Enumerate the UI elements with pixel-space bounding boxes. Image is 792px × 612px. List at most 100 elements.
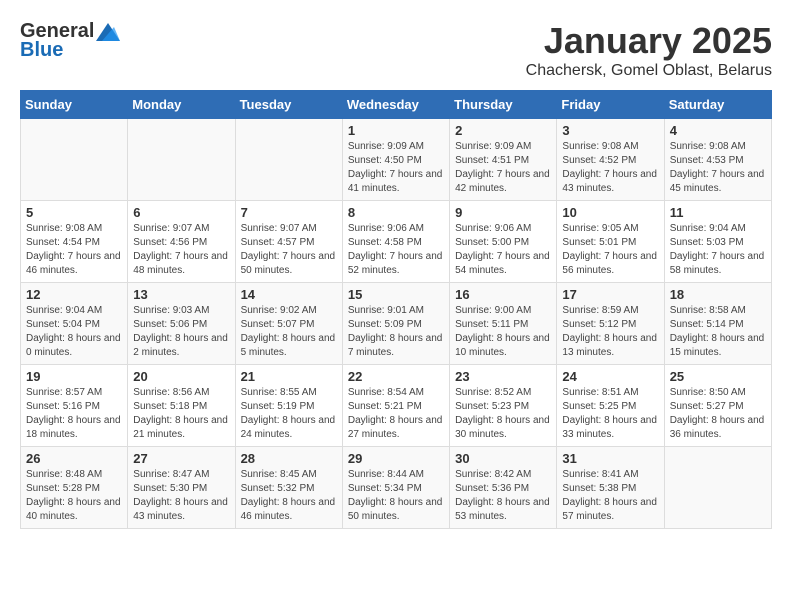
day-number: 24	[562, 369, 658, 384]
calendar-cell-week5-day5: 31 Sunrise: 8:41 AM Sunset: 5:38 PM Dayli…	[557, 447, 664, 529]
calendar-cell-week4-day4: 23 Sunrise: 8:52 AM Sunset: 5:23 PM Dayli…	[450, 365, 557, 447]
day-info: Sunrise: 8:54 AM Sunset: 5:21 PM Dayligh…	[348, 386, 444, 442]
calendar-cell-week3-day6: 18Sunrise: 8:58 AM Sunset: 5:14 PM Dayli…	[664, 283, 771, 365]
day-info: Sunrise: 9:08 AM Sunset: 4:53 PM Dayligh…	[670, 140, 766, 196]
weekday-header-wednesday: Wednesday	[342, 91, 449, 119]
day-number: 8	[348, 205, 444, 220]
week-row-4: 19 Sunrise: 8:57 AM Sunset: 5:16 PM Dayli…	[21, 365, 772, 447]
day-info: Sunrise: 8:56 AM Sunset: 5:18 PM Dayligh…	[133, 386, 229, 442]
calendar-cell-week3-day4: 16 Sunrise: 9:00 AM Sunset: 5:11 PM Dayli…	[450, 283, 557, 365]
title-area: January 2025 Chachersk, Gomel Oblast, Be…	[526, 20, 772, 80]
day-number: 7	[241, 205, 337, 220]
day-number: 25	[670, 369, 766, 384]
day-info: Sunrise: 9:06 AM Sunset: 4:58 PM Dayligh…	[348, 222, 444, 278]
calendar-cell-week5-day6	[664, 447, 771, 529]
logo: General Blue	[20, 20, 120, 62]
calendar-cell-week2-day3: 8 Sunrise: 9:06 AM Sunset: 4:58 PM Daylig…	[342, 201, 449, 283]
calendar-cell-week5-day0: 26 Sunrise: 8:48 AM Sunset: 5:28 PM Dayli…	[21, 447, 128, 529]
weekday-header-thursday: Thursday	[450, 91, 557, 119]
week-row-5: 26 Sunrise: 8:48 AM Sunset: 5:28 PM Dayli…	[21, 447, 772, 529]
day-info: Sunrise: 9:07 AM Sunset: 4:57 PM Dayligh…	[241, 222, 337, 278]
day-number: 14	[241, 287, 337, 302]
calendar-cell-week3-day2: 14 Sunrise: 9:02 AM Sunset: 5:07 PM Dayli…	[235, 283, 342, 365]
calendar-cell-week2-day5: 10 Sunrise: 9:05 AM Sunset: 5:01 PM Dayli…	[557, 201, 664, 283]
header: General Blue January 2025 Chachersk, Gom…	[20, 20, 772, 80]
day-number: 11	[670, 205, 766, 220]
calendar-cell-week4-day2: 21Sunrise: 8:55 AM Sunset: 5:19 PM Dayli…	[235, 365, 342, 447]
day-number: 30	[455, 451, 551, 466]
day-info: Sunrise: 8:41 AM Sunset: 5:38 PM Dayligh…	[562, 468, 658, 524]
weekday-header-saturday: Saturday	[664, 91, 771, 119]
day-info: Sunrise: 8:50 AM Sunset: 5:27 PM Dayligh…	[670, 386, 766, 442]
day-number: 2	[455, 123, 551, 138]
calendar: SundayMondayTuesdayWednesdayThursdayFrid…	[20, 90, 772, 529]
day-number: 19	[26, 369, 122, 384]
calendar-cell-week1-day4: 2Sunrise: 9:09 AM Sunset: 4:51 PM Daylig…	[450, 119, 557, 201]
day-info: Sunrise: 8:47 AM Sunset: 5:30 PM Dayligh…	[133, 468, 229, 524]
day-number: 3	[562, 123, 658, 138]
calendar-cell-week2-day0: 5Sunrise: 9:08 AM Sunset: 4:54 PM Daylig…	[21, 201, 128, 283]
calendar-cell-week4-day3: 22Sunrise: 8:54 AM Sunset: 5:21 PM Dayli…	[342, 365, 449, 447]
day-number: 17	[562, 287, 658, 302]
day-number: 16	[455, 287, 551, 302]
day-info: Sunrise: 8:44 AM Sunset: 5:34 PM Dayligh…	[348, 468, 444, 524]
day-number: 31	[562, 451, 658, 466]
weekday-header-monday: Monday	[128, 91, 235, 119]
day-number: 28	[241, 451, 337, 466]
day-number: 15	[348, 287, 444, 302]
calendar-cell-week1-day0	[21, 119, 128, 201]
day-number: 12	[26, 287, 122, 302]
calendar-cell-week1-day1	[128, 119, 235, 201]
week-row-2: 5Sunrise: 9:08 AM Sunset: 4:54 PM Daylig…	[21, 201, 772, 283]
week-row-1: 1 Sunrise: 9:09 AM Sunset: 4:50 PM Daylig…	[21, 119, 772, 201]
weekday-header-sunday: Sunday	[21, 91, 128, 119]
weekday-header-tuesday: Tuesday	[235, 91, 342, 119]
day-number: 29	[348, 451, 444, 466]
month-title: January 2025	[526, 20, 772, 62]
day-number: 26	[26, 451, 122, 466]
day-number: 10	[562, 205, 658, 220]
day-number: 23	[455, 369, 551, 384]
day-info: Sunrise: 8:45 AM Sunset: 5:32 PM Dayligh…	[241, 468, 337, 524]
day-info: Sunrise: 8:48 AM Sunset: 5:28 PM Dayligh…	[26, 468, 122, 524]
day-info: Sunrise: 9:07 AM Sunset: 4:56 PM Dayligh…	[133, 222, 229, 278]
calendar-cell-week4-day1: 20Sunrise: 8:56 AM Sunset: 5:18 PM Dayli…	[128, 365, 235, 447]
day-info: Sunrise: 9:00 AM Sunset: 5:11 PM Dayligh…	[455, 304, 551, 360]
calendar-cell-week4-day5: 24Sunrise: 8:51 AM Sunset: 5:25 PM Dayli…	[557, 365, 664, 447]
calendar-cell-week5-day2: 28 Sunrise: 8:45 AM Sunset: 5:32 PM Dayli…	[235, 447, 342, 529]
calendar-cell-week5-day4: 30Sunrise: 8:42 AM Sunset: 5:36 PM Dayli…	[450, 447, 557, 529]
calendar-cell-week1-day6: 4Sunrise: 9:08 AM Sunset: 4:53 PM Daylig…	[664, 119, 771, 201]
day-number: 6	[133, 205, 229, 220]
day-info: Sunrise: 9:03 AM Sunset: 5:06 PM Dayligh…	[133, 304, 229, 360]
calendar-cell-week5-day1: 27 Sunrise: 8:47 AM Sunset: 5:30 PM Dayli…	[128, 447, 235, 529]
day-number: 9	[455, 205, 551, 220]
day-info: Sunrise: 9:08 AM Sunset: 4:52 PM Dayligh…	[562, 140, 658, 196]
day-info: Sunrise: 8:59 AM Sunset: 5:12 PM Dayligh…	[562, 304, 658, 360]
day-info: Sunrise: 9:08 AM Sunset: 4:54 PM Dayligh…	[26, 222, 122, 278]
day-info: Sunrise: 9:04 AM Sunset: 5:04 PM Dayligh…	[26, 304, 122, 360]
day-info: Sunrise: 8:57 AM Sunset: 5:16 PM Dayligh…	[26, 386, 122, 442]
day-number: 1	[348, 123, 444, 138]
logo-icon	[96, 23, 120, 41]
day-info: Sunrise: 9:05 AM Sunset: 5:01 PM Dayligh…	[562, 222, 658, 278]
calendar-cell-week2-day6: 11Sunrise: 9:04 AM Sunset: 5:03 PM Dayli…	[664, 201, 771, 283]
calendar-cell-week3-day0: 12 Sunrise: 9:04 AM Sunset: 5:04 PM Dayli…	[21, 283, 128, 365]
day-info: Sunrise: 8:52 AM Sunset: 5:23 PM Dayligh…	[455, 386, 551, 442]
weekday-header-friday: Friday	[557, 91, 664, 119]
calendar-cell-week1-day3: 1 Sunrise: 9:09 AM Sunset: 4:50 PM Daylig…	[342, 119, 449, 201]
calendar-cell-week4-day6: 25 Sunrise: 8:50 AM Sunset: 5:27 PM Dayli…	[664, 365, 771, 447]
day-info: Sunrise: 9:02 AM Sunset: 5:07 PM Dayligh…	[241, 304, 337, 360]
day-info: Sunrise: 9:01 AM Sunset: 5:09 PM Dayligh…	[348, 304, 444, 360]
day-number: 13	[133, 287, 229, 302]
location-title: Chachersk, Gomel Oblast, Belarus	[526, 62, 772, 80]
calendar-cell-week1-day2	[235, 119, 342, 201]
calendar-cell-week3-day1: 13 Sunrise: 9:03 AM Sunset: 5:06 PM Dayli…	[128, 283, 235, 365]
weekday-header-row: SundayMondayTuesdayWednesdayThursdayFrid…	[21, 91, 772, 119]
day-info: Sunrise: 9:09 AM Sunset: 4:50 PM Dayligh…	[348, 140, 444, 196]
day-info: Sunrise: 8:58 AM Sunset: 5:14 PM Dayligh…	[670, 304, 766, 360]
calendar-cell-week3-day3: 15 Sunrise: 9:01 AM Sunset: 5:09 PM Dayli…	[342, 283, 449, 365]
week-row-3: 12 Sunrise: 9:04 AM Sunset: 5:04 PM Dayli…	[21, 283, 772, 365]
day-number: 27	[133, 451, 229, 466]
day-info: Sunrise: 8:55 AM Sunset: 5:19 PM Dayligh…	[241, 386, 337, 442]
calendar-cell-week4-day0: 19 Sunrise: 8:57 AM Sunset: 5:16 PM Dayli…	[21, 365, 128, 447]
